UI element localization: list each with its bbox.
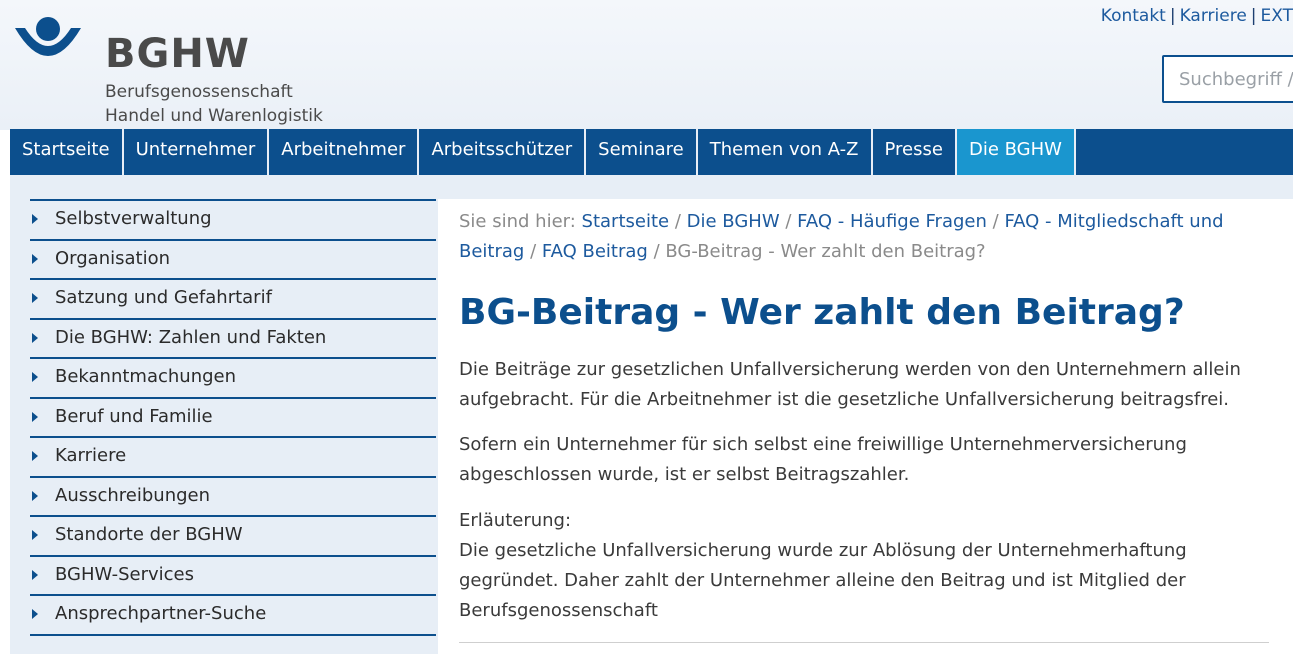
breadcrumb-link-startseite[interactable]: Startseite (582, 211, 670, 232)
sidebar-item-beruf-familie[interactable]: Beruf und Familie (30, 399, 436, 438)
sidebar-item-ausschreibungen[interactable]: Ausschreibungen (30, 478, 436, 517)
search-input[interactable] (1164, 57, 1293, 101)
search-box (1162, 55, 1293, 103)
sidebar-item-label: Bekanntmachungen (55, 366, 237, 387)
arrow-right-icon (32, 332, 38, 343)
sidebar-item-ansprechpartner[interactable]: Ansprechpartner-Suche (30, 596, 436, 636)
sidebar-item-label: Organisation (55, 247, 171, 269)
sidebar-item-standorte[interactable]: Standorte der BGHW (30, 517, 436, 557)
nav-die-bghw[interactable]: Die BGHW (956, 129, 1076, 175)
breadcrumb-link-die-bghw[interactable]: Die BGHW (687, 211, 780, 232)
arrow-right-icon (32, 569, 38, 580)
sidebar-item-organisation[interactable]: Organisation (30, 241, 436, 280)
nav-startseite[interactable]: Startseite (10, 129, 124, 175)
arrow-right-icon (32, 609, 38, 619)
sidebar-item-label: Karriere (55, 445, 127, 466)
main-navigation: Startseite Unternehmer Arbeitnehmer Arbe… (10, 129, 1293, 175)
sidebar-item-label: Die BGHW: Zahlen und Fakten (55, 326, 327, 348)
paragraph-beitraege: Die Beiträge zur gesetzlichen Unfallvers… (459, 359, 1241, 410)
erlaeuterung-label: Erläuterung: (459, 510, 572, 531)
sidebar-item-label: Satzung und Gefahrtarif (55, 287, 272, 308)
logo-mark-icon (15, 17, 81, 56)
sidebar-item-label: BGHW-Services (55, 563, 194, 585)
arrow-right-icon (32, 530, 38, 540)
sidebar-item-label: Ansprechpartner-Suche (55, 603, 267, 624)
sidebar-item-zahlen-fakten[interactable]: Die BGHW: Zahlen und Fakten (30, 320, 436, 359)
top-link-separator: | (1250, 6, 1257, 26)
top-links: Kontakt | Karriere | EXT (1101, 6, 1293, 26)
nav-unternehmer[interactable]: Unternehmer (124, 129, 270, 175)
arrow-right-icon (32, 214, 38, 224)
breadcrumb-link-faq-beitrag[interactable]: FAQ Beitrag (542, 241, 648, 262)
top-link-ext[interactable]: EXT (1261, 6, 1293, 26)
sidebar-item-label: Selbstverwaltung (55, 208, 212, 229)
top-link-separator: | (1169, 6, 1176, 26)
arrow-right-icon (32, 411, 38, 422)
sidebar-item-selbstverwaltung[interactable]: Selbstverwaltung (30, 201, 436, 241)
nav-themen-a-z[interactable]: Themen von A-Z (698, 129, 873, 175)
breadcrumb: Sie sind hier: Startseite / Die BGHW / F… (459, 207, 1259, 267)
sidebar-item-satzung[interactable]: Satzung und Gefahrtarif (30, 280, 436, 320)
arrow-right-icon (32, 293, 38, 303)
sidebar-item-services[interactable]: BGHW-Services (30, 557, 436, 596)
logo-wordmark: BGHW (105, 31, 250, 77)
arrow-right-icon (32, 253, 38, 264)
nav-seminare[interactable]: Seminare (586, 129, 698, 175)
sidebar-item-label: Beruf und Familie (55, 405, 213, 427)
nav-arbeitsschuetzer[interactable]: Arbeitsschützer (419, 129, 587, 175)
sidebar-item-karriere[interactable]: Karriere (30, 438, 436, 478)
paragraph-unternehmerversicherung: Sofern ein Unternehmer für sich selbst e… (459, 434, 1187, 485)
sidebar-item-bekanntmachungen[interactable]: Bekanntmachungen (30, 359, 436, 399)
breadcrumb-link-faq[interactable]: FAQ - Häufige Fragen (797, 211, 987, 232)
sidebar-item-label: Ausschreibungen (55, 484, 211, 506)
arrow-right-icon (32, 372, 38, 382)
paragraph-erlaeuterung: Erläuterung: Die gesetzliche Unfallversi… (459, 506, 1269, 626)
content-divider (459, 642, 1269, 643)
nav-presse[interactable]: Presse (873, 129, 957, 175)
breadcrumb-separator: / (992, 211, 999, 232)
sidebar-item-label: Standorte der BGHW (55, 524, 243, 545)
top-link-karriere[interactable]: Karriere (1180, 6, 1247, 26)
page-title: BG-Beitrag - Wer zahlt den Beitrag? (459, 292, 1185, 333)
top-link-kontakt[interactable]: Kontakt (1101, 6, 1166, 26)
breadcrumb-separator: / (674, 211, 681, 232)
breadcrumb-separator: / (530, 241, 537, 262)
arrow-right-icon (32, 490, 38, 501)
breadcrumb-current: BG-Beitrag - Wer zahlt den Beitrag? (665, 241, 986, 262)
breadcrumb-separator: / (653, 241, 660, 262)
breadcrumb-prefix: Sie sind hier: (459, 211, 576, 232)
main-content: Sie sind hier: Startseite / Die BGHW / F… (438, 199, 1293, 654)
nav-arbeitnehmer[interactable]: Arbeitnehmer (269, 129, 420, 175)
erlaeuterung-text: Die gesetzliche Unfallversicherung wurde… (459, 540, 1187, 621)
logo-subtitle-line1: Berufsgenossenschaft (105, 82, 293, 102)
breadcrumb-separator: / (785, 211, 792, 232)
logo-subtitle-line2: Handel und Warenlogistik (105, 106, 323, 126)
arrow-right-icon (32, 451, 38, 461)
sidebar-navigation: Selbstverwaltung Organisation Satzung un… (30, 199, 436, 636)
bghw-logo[interactable]: BGHW Berufsgenossenschaft Handel und War… (13, 14, 343, 126)
